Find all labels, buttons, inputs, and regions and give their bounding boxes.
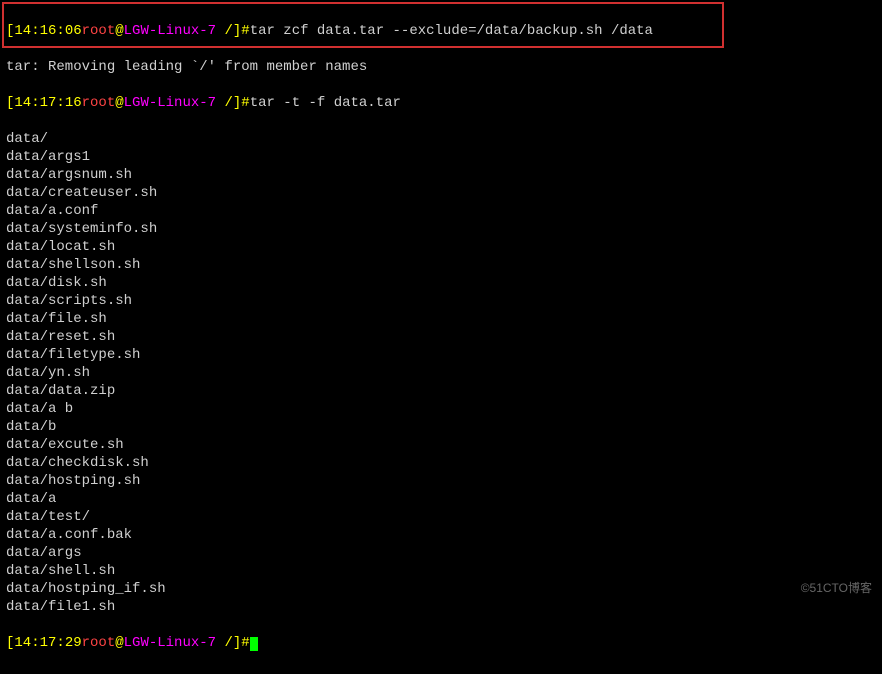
- working-dir: /]#: [216, 635, 250, 651]
- tar-warning-line: tar: Removing leading `/' from member na…: [6, 58, 876, 76]
- file-listing-line: data/shellson.sh: [6, 256, 876, 274]
- at-sign: @: [115, 635, 123, 651]
- hostname: LGW-Linux-7: [124, 635, 216, 651]
- working-dir: /]#: [216, 23, 250, 39]
- file-listing-line: data/yn.sh: [6, 364, 876, 382]
- file-listing-line: data/filetype.sh: [6, 346, 876, 364]
- file-listing-line: data/: [6, 130, 876, 148]
- command-text: tar -t -f data.tar: [250, 95, 401, 111]
- file-listing-line: data/excute.sh: [6, 436, 876, 454]
- file-listing-line: data/a.conf.bak: [6, 526, 876, 544]
- username: root: [82, 635, 116, 651]
- file-listing-line: data/file1.sh: [6, 598, 876, 616]
- timestamp: [14:17:29: [6, 635, 82, 651]
- terminal-output[interactable]: [14:16:06root@LGW-Linux-7 /]#tar zcf dat…: [0, 0, 882, 674]
- file-listing-line: data/test/: [6, 508, 876, 526]
- file-listing-line: data/checkdisk.sh: [6, 454, 876, 472]
- command-text: tar zcf data.tar --exclude=/data/backup.…: [250, 23, 653, 39]
- timestamp: [14:16:06: [6, 23, 82, 39]
- file-listing-line: data/reset.sh: [6, 328, 876, 346]
- username: root: [82, 95, 116, 111]
- file-listing-line: data/systeminfo.sh: [6, 220, 876, 238]
- at-sign: @: [115, 95, 123, 111]
- file-listing-line: data/argsnum.sh: [6, 166, 876, 184]
- file-listing-line: data/hostping_if.sh: [6, 580, 876, 598]
- file-listing-line: data/disk.sh: [6, 274, 876, 292]
- file-listing-line: data/createuser.sh: [6, 184, 876, 202]
- cursor-block[interactable]: [250, 637, 258, 651]
- hostname: LGW-Linux-7: [124, 95, 216, 111]
- prompt-line-2: [14:17:16root@LGW-Linux-7 /]#tar -t -f d…: [6, 94, 876, 112]
- file-listing-line: data/a: [6, 490, 876, 508]
- hostname: LGW-Linux-7: [124, 23, 216, 39]
- file-listing-line: data/file.sh: [6, 310, 876, 328]
- file-listing-line: data/a b: [6, 400, 876, 418]
- file-listing-line: data/hostping.sh: [6, 472, 876, 490]
- file-listing-line: data/scripts.sh: [6, 292, 876, 310]
- file-listing-line: data/shell.sh: [6, 562, 876, 580]
- timestamp: [14:17:16: [6, 95, 82, 111]
- username: root: [82, 23, 116, 39]
- at-sign: @: [115, 23, 123, 39]
- file-listing-line: data/args: [6, 544, 876, 562]
- file-listing-line: data/data.zip: [6, 382, 876, 400]
- file-listing-line: data/args1: [6, 148, 876, 166]
- working-dir: /]#: [216, 95, 250, 111]
- file-listing-line: data/b: [6, 418, 876, 436]
- watermark-text: ©51CTO博客: [801, 579, 872, 597]
- prompt-line-1: [14:16:06root@LGW-Linux-7 /]#tar zcf dat…: [6, 22, 876, 40]
- prompt-line-3: [14:17:29root@LGW-Linux-7 /]#: [6, 634, 876, 652]
- file-listing-line: data/locat.sh: [6, 238, 876, 256]
- file-listing-line: data/a.conf: [6, 202, 876, 220]
